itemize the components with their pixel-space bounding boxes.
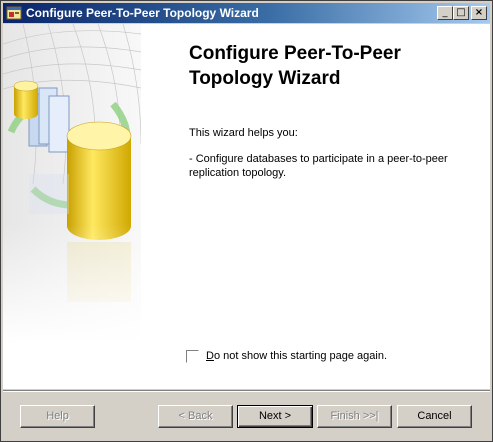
title-bar[interactable]: Configure Peer-To-Peer Topology Wizard _… (3, 3, 490, 23)
wizard-content: Configure Peer-To-Peer Topology Wizard T… (3, 24, 490, 389)
cancel-button[interactable]: Cancel (397, 405, 472, 428)
next-button[interactable]: Next > (237, 405, 313, 428)
button-separator (3, 390, 490, 392)
maximize-button[interactable]: □ (453, 6, 469, 20)
wizard-window: Configure Peer-To-Peer Topology Wizard _… (0, 0, 493, 442)
finish-button[interactable]: Finish >>| (317, 405, 392, 428)
page-title-line1: Configure Peer-To-Peer (189, 43, 401, 64)
bullet-text: - Configure databases to participate in … (189, 153, 448, 179)
wizard-app-icon (6, 6, 22, 20)
database-replication-illustration (3, 24, 141, 389)
intro-text: This wizard helps you: (189, 127, 298, 139)
hide-start-page-label[interactable]: Do not show this starting page again. (206, 350, 387, 362)
minimize-button[interactable]: _ (437, 6, 453, 20)
close-button[interactable]: × (471, 6, 487, 20)
back-button[interactable]: < Back (158, 405, 233, 428)
window-title: Configure Peer-To-Peer Topology Wizard (26, 6, 259, 20)
hide-start-page-checkbox[interactable] (186, 350, 199, 363)
page-title: Configure Peer-To-Peer Topology Wizard (189, 41, 479, 91)
help-button[interactable]: Help (20, 405, 95, 428)
page-title-line2: Topology Wizard (189, 68, 341, 89)
